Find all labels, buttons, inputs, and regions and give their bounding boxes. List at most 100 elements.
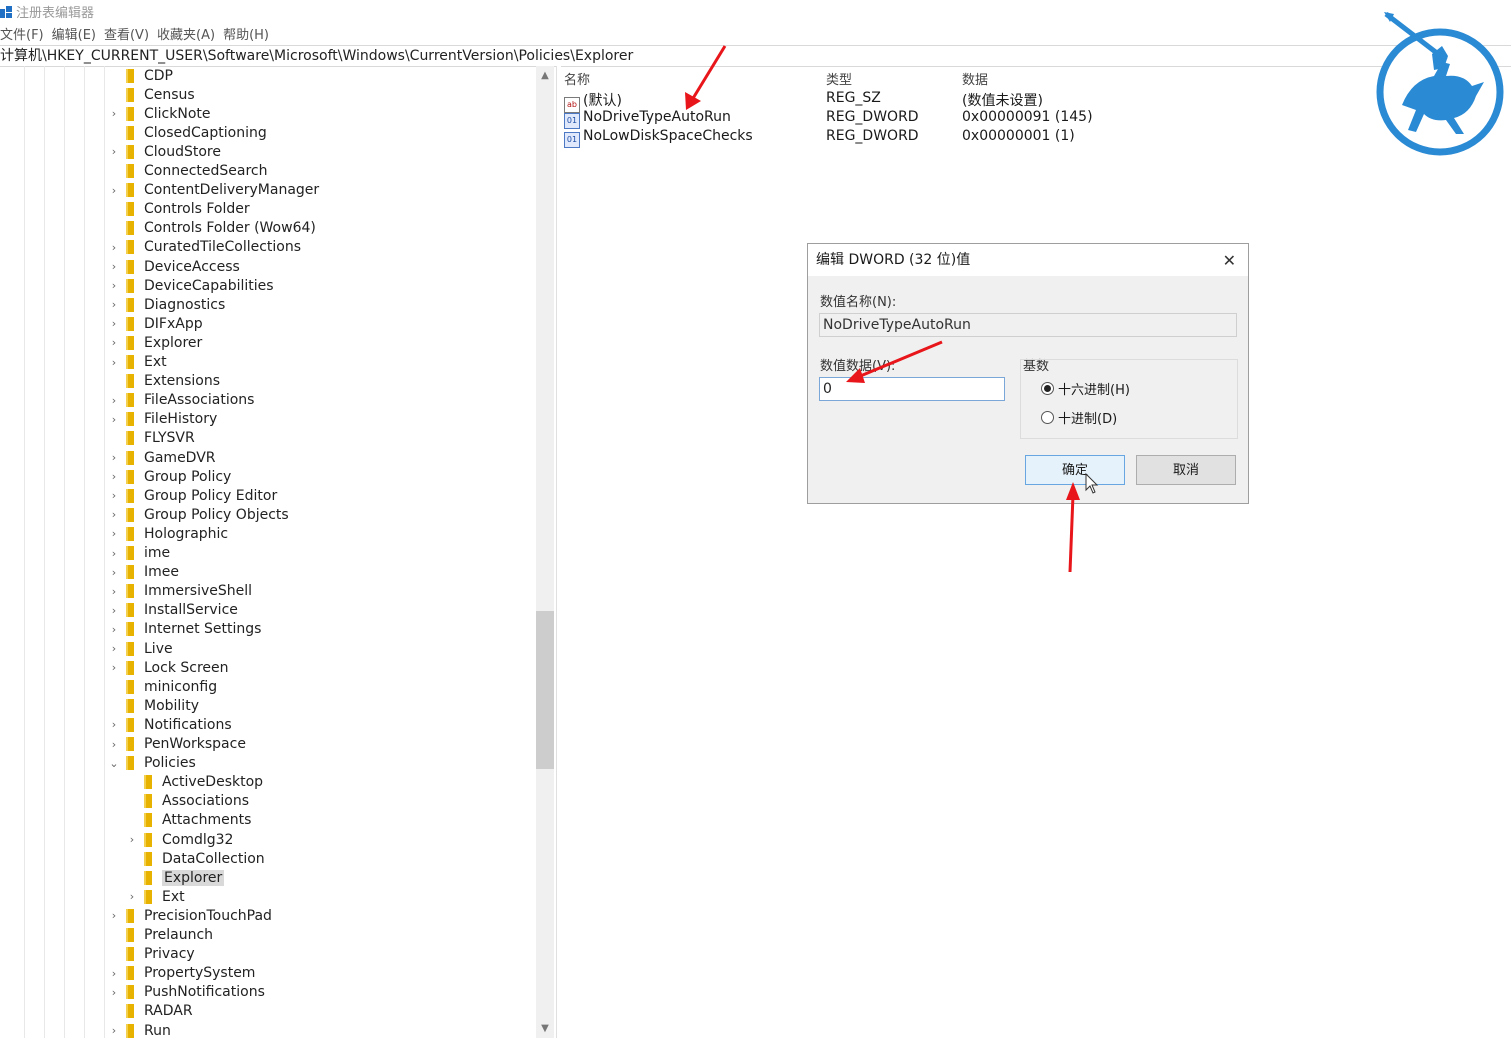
chevron-right-icon[interactable]: › (108, 356, 120, 369)
tree-node[interactable]: Attachments (126, 811, 251, 830)
decimal-radio[interactable]: 十进制(D) (1041, 408, 1117, 427)
chevron-right-icon[interactable]: › (108, 967, 120, 980)
tree-node[interactable]: › FileHistory (108, 410, 217, 429)
tree-node[interactable]: Associations (126, 792, 249, 811)
tree-node[interactable]: › GameDVR (108, 448, 216, 467)
tree-node[interactable]: ⌄ Policies (108, 754, 195, 773)
tree-node[interactable]: Controls Folder (108, 200, 250, 219)
tree-node[interactable]: › Group Policy (108, 467, 232, 486)
tree-node[interactable]: FLYSVR (108, 429, 195, 448)
tree-node[interactable]: ConnectedSearch (108, 162, 267, 181)
chevron-right-icon[interactable]: › (108, 241, 120, 254)
chevron-right-icon[interactable]: › (108, 413, 120, 426)
tree-node[interactable]: › Run (108, 1021, 171, 1038)
tree-node[interactable]: RADAR (108, 1002, 193, 1021)
menu-file[interactable]: 文件(F) (0, 24, 44, 43)
tree-node[interactable]: ClosedCaptioning (108, 123, 267, 142)
value-data-input[interactable]: 0 (819, 377, 1005, 401)
tree-node[interactable]: › Holographic (108, 524, 228, 543)
tree-node[interactable]: › Group Policy Editor (108, 486, 277, 505)
tree-node[interactable]: › Imee (108, 563, 179, 582)
tree-node[interactable]: DataCollection (126, 849, 265, 868)
tree-node[interactable]: Census (108, 85, 195, 104)
menu-edit[interactable]: 编辑(E) (52, 24, 96, 43)
tree-node[interactable]: › CloudStore (108, 142, 221, 161)
tree-node[interactable]: › CuratedTileCollections (108, 238, 301, 257)
column-header-type[interactable]: 类型 (826, 69, 852, 88)
chevron-right-icon[interactable]: › (108, 470, 120, 483)
tree-node[interactable]: Mobility (108, 696, 199, 715)
tree-node[interactable]: Explorer (126, 868, 225, 887)
tree-node[interactable]: Prelaunch (108, 926, 213, 945)
chevron-right-icon[interactable]: › (108, 145, 120, 158)
tree-node[interactable]: › DeviceAccess (108, 257, 240, 276)
value-row[interactable]: 01 NoDriveTypeAutoRun REG_DWORD 0x0000009… (560, 109, 1100, 129)
chevron-right-icon[interactable]: › (108, 527, 120, 540)
chevron-right-icon[interactable]: › (108, 336, 120, 349)
chevron-right-icon[interactable]: › (108, 718, 120, 731)
ok-button[interactable]: 确定 (1025, 455, 1125, 485)
chevron-right-icon[interactable]: › (108, 642, 120, 655)
tree-node[interactable]: › Group Policy Objects (108, 505, 289, 524)
menu-help[interactable]: 帮助(H) (223, 24, 269, 43)
tree-node[interactable]: › ImmersiveShell (108, 582, 252, 601)
scroll-down-arrow-icon[interactable]: ▼ (536, 1023, 554, 1034)
tree-node[interactable]: › Ext (108, 353, 167, 372)
tree-scrollbar[interactable]: ▲ ▼ (536, 66, 554, 1038)
chevron-right-icon[interactable]: › (108, 184, 120, 197)
tree-node[interactable]: CDP (108, 66, 173, 85)
scrollbar-thumb[interactable] (536, 611, 554, 769)
tree-node[interactable]: Privacy (108, 945, 195, 964)
address-bar[interactable]: 计算机\HKEY_CURRENT_USER\Software\Microsoft… (0, 45, 1511, 67)
chevron-right-icon[interactable]: › (108, 585, 120, 598)
tree-node[interactable]: › Comdlg32 (126, 830, 234, 849)
value-row[interactable]: 01 NoLowDiskSpaceChecks REG_DWORD 0x00000… (560, 128, 1100, 148)
chevron-right-icon[interactable]: › (108, 107, 120, 120)
chevron-right-icon[interactable]: › (108, 451, 120, 464)
tree-node[interactable]: › ContentDeliveryManager (108, 181, 319, 200)
chevron-right-icon[interactable]: › (108, 738, 120, 751)
chevron-right-icon[interactable]: › (108, 279, 120, 292)
tree-node[interactable]: Controls Folder (Wow64) (108, 219, 316, 238)
tree-node[interactable]: ActiveDesktop (126, 773, 263, 792)
chevron-right-icon[interactable]: › (108, 604, 120, 617)
tree-node[interactable]: › Live (108, 639, 173, 658)
tree-node[interactable]: › ClickNote (108, 104, 211, 123)
value-name-field[interactable]: NoDriveTypeAutoRun (819, 313, 1237, 337)
scroll-up-arrow-icon[interactable]: ▲ (536, 70, 554, 81)
chevron-down-icon[interactable]: ⌄ (108, 757, 120, 770)
hex-radio[interactable]: 十六进制(H) (1041, 379, 1130, 398)
chevron-right-icon[interactable]: › (108, 260, 120, 273)
chevron-right-icon[interactable]: › (108, 547, 120, 560)
registry-tree[interactable]: CDP Census › ClickNote ClosedCaptioning › Clou… (0, 66, 536, 1038)
chevron-right-icon[interactable]: › (108, 623, 120, 636)
tree-node[interactable]: › Diagnostics (108, 295, 225, 314)
tree-node[interactable]: › Ext (126, 887, 185, 906)
column-header-data[interactable]: 数据 (962, 69, 988, 88)
tree-node[interactable]: › Lock Screen (108, 658, 229, 677)
chevron-right-icon[interactable]: › (108, 566, 120, 579)
tree-node[interactable]: › Notifications (108, 715, 232, 734)
chevron-right-icon[interactable]: › (126, 833, 138, 846)
tree-node[interactable]: › PropertySystem (108, 964, 256, 983)
chevron-right-icon[interactable]: › (108, 508, 120, 521)
chevron-right-icon[interactable]: › (108, 298, 120, 311)
chevron-right-icon[interactable]: › (108, 1024, 120, 1037)
column-header-name[interactable]: 名称 (564, 69, 590, 88)
menu-favorites[interactable]: 收藏夹(A) (157, 24, 215, 43)
tree-node[interactable]: › Internet Settings (108, 620, 262, 639)
chevron-right-icon[interactable]: › (108, 661, 120, 674)
chevron-right-icon[interactable]: › (108, 317, 120, 330)
tree-node[interactable]: › DIFxApp (108, 314, 203, 333)
value-row[interactable]: ab (默认) REG_SZ (数值未设置) (560, 90, 1100, 113)
tree-node[interactable]: › PushNotifications (108, 983, 265, 1002)
chevron-right-icon[interactable]: › (108, 986, 120, 999)
menu-view[interactable]: 查看(V) (104, 24, 149, 43)
tree-node[interactable]: › PrecisionTouchPad (108, 906, 272, 925)
tree-node[interactable]: miniconfig (108, 677, 217, 696)
chevron-right-icon[interactable]: › (126, 890, 138, 903)
chevron-right-icon[interactable]: › (108, 489, 120, 502)
tree-node[interactable]: › InstallService (108, 601, 238, 620)
tree-node[interactable]: › FileAssociations (108, 391, 255, 410)
tree-node[interactable]: › Explorer (108, 333, 203, 352)
